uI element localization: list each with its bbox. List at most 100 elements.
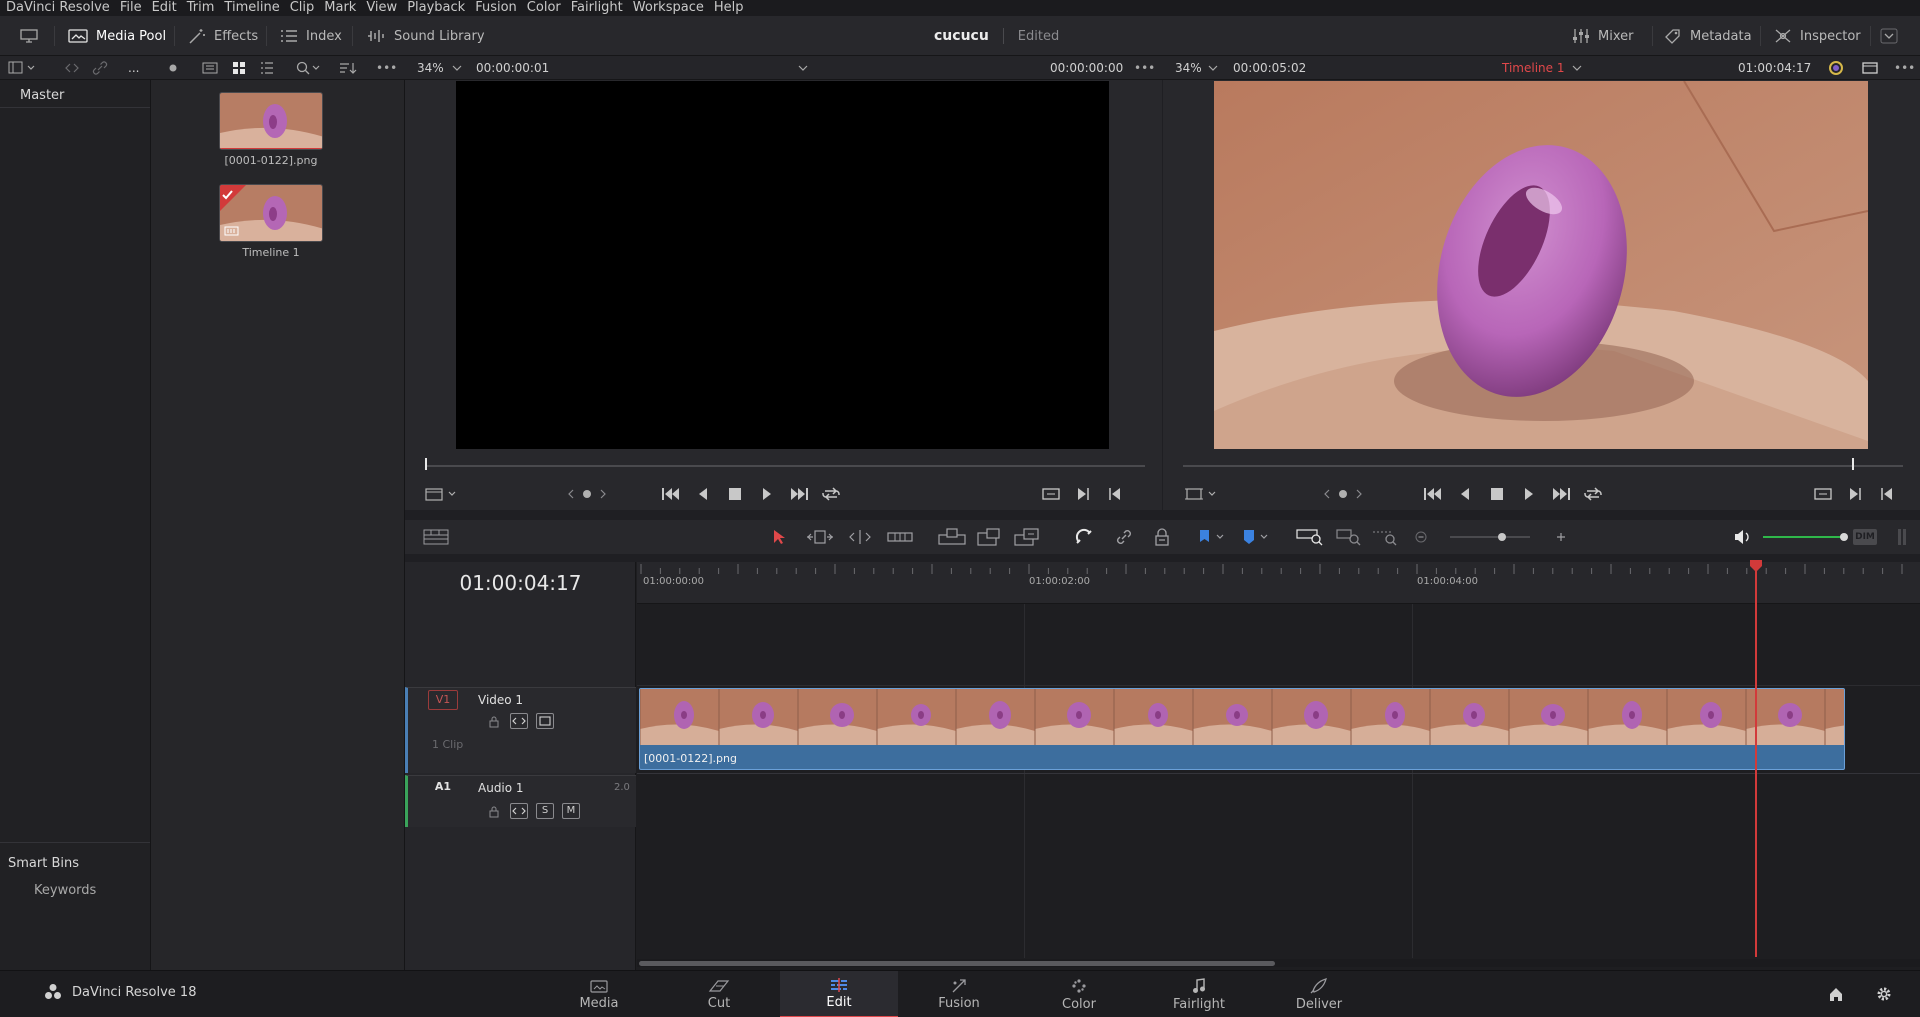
list-view-icon[interactable] [260, 61, 274, 75]
lock-icon[interactable] [488, 805, 500, 818]
mark-out-icon[interactable] [1871, 482, 1903, 506]
loop-icon[interactable] [815, 482, 847, 506]
source-playhead[interactable] [425, 458, 427, 470]
jump-to-start-icon[interactable] [655, 482, 687, 506]
chevron-down-icon[interactable] [452, 64, 462, 72]
stop-icon[interactable] [719, 482, 751, 506]
sidebar-toggle-icon[interactable] [8, 61, 38, 75]
page-tab-color[interactable]: Color [1020, 971, 1138, 1017]
pool-options-icon[interactable]: ••• [376, 56, 397, 80]
audio-track-tag[interactable]: A1 [428, 778, 458, 798]
viewer-overlay-icon[interactable] [1185, 486, 1219, 502]
record-zoom[interactable]: 34% [1175, 56, 1202, 80]
video-track-name[interactable]: Video 1 [478, 693, 523, 707]
auto-select-toggle[interactable] [510, 713, 528, 729]
overwrite-clip-icon[interactable] [975, 525, 1005, 549]
jog-control-icon[interactable] [1323, 486, 1363, 502]
timeline-playhead[interactable] [1750, 560, 1762, 957]
master-bin[interactable]: Master [0, 82, 150, 108]
menu-fusion[interactable]: Fusion [470, 0, 522, 16]
menu-file[interactable]: File [115, 0, 147, 16]
zoom-out-icon[interactable] [1413, 525, 1429, 549]
source-options-icon[interactable]: ••• [1134, 56, 1155, 80]
replace-clip-icon[interactable] [1013, 525, 1043, 549]
zoom-slider-handle[interactable] [1498, 533, 1506, 541]
match-frame-icon[interactable] [1807, 482, 1839, 506]
play-reverse-icon[interactable] [1449, 482, 1481, 506]
mark-out-icon[interactable] [1099, 482, 1131, 506]
sound-library-button[interactable]: Sound Library [366, 16, 485, 56]
play-icon[interactable] [751, 482, 783, 506]
media-clip-thumbnail[interactable] [219, 92, 323, 150]
page-tab-cut[interactable]: Cut [660, 971, 778, 1017]
volume-icon[interactable] [1731, 525, 1753, 549]
inspector-button[interactable]: Inspector [1774, 16, 1861, 56]
zoom-slider[interactable] [1450, 536, 1530, 538]
menu-clip[interactable]: Clip [285, 0, 320, 16]
mark-in-icon[interactable] [1067, 482, 1099, 506]
menu-help[interactable]: Help [709, 0, 749, 16]
timeline-thumbnail[interactable] [219, 184, 323, 242]
mute-button[interactable]: M [562, 803, 580, 819]
menu-playback[interactable]: Playback [402, 0, 470, 16]
size-slider-icon[interactable] [166, 63, 180, 73]
menu-color[interactable]: Color [522, 0, 566, 16]
volume-slider-handle[interactable] [1840, 533, 1848, 541]
zoom-full-icon[interactable] [1295, 525, 1325, 549]
solo-button[interactable]: S [536, 803, 554, 819]
flag-icon[interactable] [1195, 525, 1229, 549]
match-frame-icon[interactable] [1035, 482, 1067, 506]
video-enable-toggle[interactable] [536, 713, 554, 729]
video-track-header[interactable]: V1 Video 1 1 Clip [405, 687, 636, 773]
zoom-custom-icon[interactable] [1371, 525, 1401, 549]
menu-view[interactable]: View [361, 0, 402, 16]
timeline-selector[interactable]: Timeline 1 [1502, 56, 1564, 80]
zoom-in-icon[interactable] [1553, 525, 1569, 549]
metadata-button[interactable]: Metadata [1664, 16, 1752, 56]
timeline-scrubber[interactable] [1183, 465, 1903, 467]
link-icon[interactable] [92, 61, 108, 75]
jump-to-end-icon[interactable] [783, 482, 815, 506]
video-clip[interactable]: [0001-0122].png [639, 688, 1845, 770]
loop-icon[interactable] [1577, 482, 1609, 506]
zoom-detail-icon[interactable] [1335, 525, 1365, 549]
timeline-scrollbar-thumb[interactable] [639, 961, 1275, 966]
sort-icon[interactable] [338, 61, 358, 75]
home-icon[interactable] [1828, 986, 1844, 1002]
audio-track-name[interactable]: Audio 1 [478, 781, 524, 795]
video-track-tag[interactable]: V1 [428, 690, 458, 710]
marker-icon[interactable] [1239, 525, 1273, 549]
timeline-view-options-icon[interactable] [421, 525, 451, 549]
color-wheel-icon[interactable] [1828, 60, 1844, 76]
lock-icon[interactable] [488, 715, 500, 728]
jump-to-start-icon[interactable] [1417, 482, 1449, 506]
timeline-viewer-playhead[interactable] [1852, 458, 1854, 470]
chevron-down-icon[interactable] [1572, 64, 1582, 72]
page-tab-edit[interactable]: Edit [780, 971, 898, 1017]
source-video-frame[interactable] [456, 81, 1109, 449]
thumbnail-view-icon[interactable] [232, 61, 246, 75]
position-lock-icon[interactable] [1149, 525, 1175, 549]
blade-tool-icon[interactable] [885, 525, 915, 549]
menu-timeline[interactable]: Timeline [219, 0, 284, 16]
source-zoom[interactable]: 34% [417, 56, 444, 80]
clip-view-icon[interactable] [425, 486, 459, 502]
index-button[interactable]: Index [280, 16, 342, 56]
page-tab-fusion[interactable]: Fusion [900, 971, 1018, 1017]
timeline-video-frame[interactable] [1214, 81, 1868, 449]
auto-select-toggle[interactable] [510, 803, 528, 819]
volume-slider[interactable] [1763, 536, 1843, 538]
code-view-icon[interactable] [64, 61, 86, 75]
mark-in-icon[interactable] [1839, 482, 1871, 506]
audio-track-header[interactable]: A1 Audio 1 2.0 S M [405, 775, 636, 827]
keywords-bin[interactable]: Keywords [0, 877, 150, 903]
dynamic-trim-icon[interactable] [845, 525, 875, 549]
jump-to-end-icon[interactable] [1545, 482, 1577, 506]
trim-edit-tool-icon[interactable] [805, 525, 835, 549]
playhead-marker[interactable] [1749, 560, 1763, 572]
chevron-down-icon[interactable] [1208, 64, 1218, 72]
page-tab-fairlight[interactable]: Fairlight [1140, 971, 1258, 1017]
jog-control-icon[interactable] [567, 486, 607, 502]
linked-selection-icon[interactable] [1111, 525, 1137, 549]
smart-bins-header[interactable]: Smart Bins [0, 850, 150, 876]
